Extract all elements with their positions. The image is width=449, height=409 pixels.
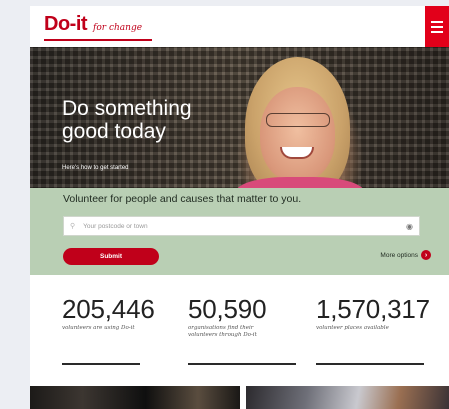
search-panel: Volunteer for people and causes that mat… <box>30 188 449 275</box>
stat-number: 1,570,317 <box>316 294 430 324</box>
logo-underline <box>44 39 152 41</box>
locate-me-icon[interactable]: ◉ <box>406 222 413 231</box>
hamburger-menu-icon[interactable] <box>425 6 449 47</box>
location-pin-icon: ⚲ <box>70 223 76 230</box>
logo-tagline: for change <box>93 23 143 33</box>
submit-button[interactable]: Submit <box>63 248 159 265</box>
logo-text: Do-it <box>44 13 88 35</box>
stat-places: 1,570,317 volunteer places available <box>316 295 430 332</box>
menu-bar <box>431 30 443 33</box>
stat-divider <box>316 363 424 365</box>
menu-bar <box>431 20 443 23</box>
stats-section: 205,446 volunteers are using Do-it 50,59… <box>30 275 449 385</box>
logo[interactable]: Do-it for change <box>44 13 142 36</box>
story-image-left[interactable] <box>30 386 240 409</box>
chevron-right-icon: › <box>421 250 431 260</box>
hero-title-line2: good today <box>62 120 166 143</box>
site-header: Do-it for change <box>30 6 449 48</box>
story-image-right[interactable] <box>246 386 449 409</box>
hero-subtitle: Here's how to get started <box>62 165 129 171</box>
stat-divider <box>188 363 296 365</box>
stat-caption-line2: volunteers through Do-it <box>188 332 257 338</box>
stat-number: 205,446 <box>62 294 155 324</box>
search-box[interactable]: ⚲ ◉ <box>63 216 420 236</box>
hero-person-face <box>260 87 335 182</box>
menu-bar <box>431 25 443 28</box>
stat-divider <box>62 363 140 365</box>
more-options-label: More options <box>380 251 418 259</box>
hero-title-line1: Do something <box>62 97 192 120</box>
hero-title: Do something good today <box>62 97 262 143</box>
stat-volunteers: 205,446 volunteers are using Do-it <box>62 295 155 332</box>
hero-person-glasses <box>266 113 330 127</box>
stat-number: 50,590 <box>188 294 267 324</box>
postcode-input[interactable] <box>81 221 407 231</box>
stat-organisations: 50,590 organisations find their voluntee… <box>188 294 267 339</box>
stat-caption: volunteers are using Do-it <box>62 325 135 331</box>
search-heading: Volunteer for people and causes that mat… <box>63 193 302 205</box>
stat-caption: organisations find their volunteers thro… <box>188 325 266 339</box>
stat-caption: volunteer places available <box>316 325 389 331</box>
more-options-link[interactable]: More options › <box>380 250 431 260</box>
page-frame: Do-it for change Do something good today… <box>30 6 449 409</box>
stat-caption-line1: organisations find their <box>188 325 254 331</box>
